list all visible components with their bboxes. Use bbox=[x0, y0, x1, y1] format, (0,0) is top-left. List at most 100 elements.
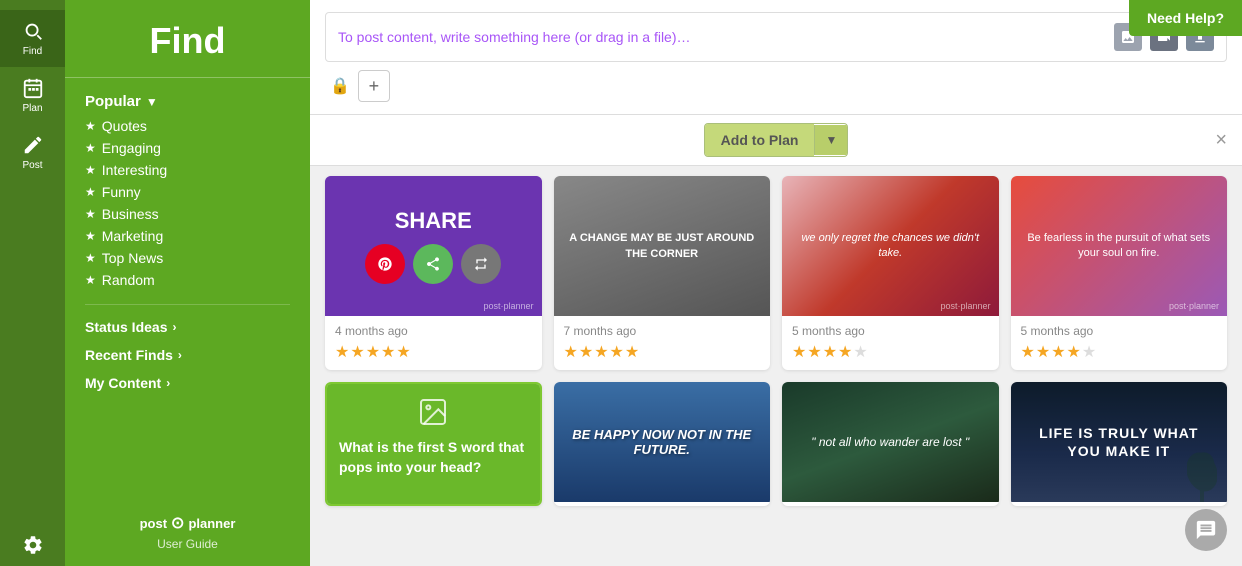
card-6-text: BE HAPPY NOW NOT IN THE FUTURE. bbox=[564, 427, 761, 457]
card-2[interactable]: A CHANGE MAY BE JUST AROUND THE CORNER 7… bbox=[554, 176, 771, 370]
star-icon: ★ bbox=[85, 207, 96, 221]
star-icon: ★ bbox=[85, 141, 96, 155]
card-2-stars: ★ ★ ★ ★ ★ bbox=[564, 342, 761, 362]
card-1-branding: post·planner bbox=[483, 301, 533, 311]
sidebar-item-marketing[interactable]: ★ Marketing bbox=[85, 225, 290, 247]
card-8-image: LIFE IS TRULY WHAT YOU MAKE IT bbox=[1011, 382, 1228, 502]
sidebar-item-random[interactable]: ★ Random bbox=[85, 269, 290, 291]
card-1-meta: 4 months ago ★ ★ ★ ★ ★ bbox=[325, 316, 542, 370]
arrow-icon: › bbox=[166, 376, 170, 390]
card-7-image: " not all who wander are lost " bbox=[782, 382, 999, 502]
add-to-plan-label: Add to Plan bbox=[705, 124, 815, 156]
nav-post-label: Post bbox=[22, 160, 42, 171]
add-to-plan-button[interactable]: Add to Plan ▼ bbox=[704, 123, 849, 157]
pencil-icon bbox=[22, 134, 44, 156]
compose-placeholder[interactable]: To post content, write something here (o… bbox=[338, 29, 1114, 45]
sidebar-item-business[interactable]: ★ Business bbox=[85, 203, 290, 225]
close-button[interactable]: × bbox=[1215, 129, 1227, 152]
card-6[interactable]: BE HAPPY NOW NOT IN THE FUTURE. bbox=[554, 382, 771, 506]
card-3-quote: we only regret the chances we didn't tak… bbox=[792, 231, 989, 262]
lock-icon: 🔒 bbox=[330, 76, 350, 96]
pp-circle-icon: ⊙ bbox=[171, 513, 184, 533]
content-area: SHARE post·p bbox=[310, 166, 1242, 566]
sidebar-item-funny-label: Funny bbox=[102, 184, 141, 200]
nav-plan-label: Plan bbox=[22, 103, 42, 114]
share-overlay: SHARE bbox=[325, 176, 542, 316]
card-3-text-overlay: we only regret the chances we didn't tak… bbox=[782, 176, 999, 316]
sidebar-item-business-label: Business bbox=[102, 206, 159, 222]
nav-settings[interactable] bbox=[0, 524, 65, 566]
card-2-meta: 7 months ago ★ ★ ★ ★ ★ bbox=[554, 316, 771, 370]
share-actions bbox=[365, 244, 501, 284]
card-4-branding: post·planner bbox=[1169, 301, 1219, 311]
main-content: To post content, write something here (o… bbox=[310, 0, 1242, 566]
share-text: SHARE bbox=[395, 208, 472, 234]
plan-bar: Add to Plan ▼ × bbox=[310, 115, 1242, 166]
star2: ★ bbox=[350, 342, 364, 362]
card-grid-row1: SHARE post·p bbox=[325, 176, 1227, 370]
star3: ★ bbox=[366, 342, 380, 362]
star-icon: ★ bbox=[85, 185, 96, 199]
sidebar-popular-header[interactable]: Popular ▼ bbox=[85, 93, 290, 110]
card-2-image: A CHANGE MAY BE JUST AROUND THE CORNER bbox=[554, 176, 771, 316]
sidebar-item-engaging[interactable]: ★ Engaging bbox=[85, 137, 290, 159]
repost-button[interactable] bbox=[461, 244, 501, 284]
star4: ★ bbox=[610, 342, 624, 362]
search-icon bbox=[22, 20, 44, 42]
card-6-image: BE HAPPY NOW NOT IN THE FUTURE. bbox=[554, 382, 771, 502]
post-actions: 🔒 + bbox=[325, 70, 1227, 102]
pinterest-button[interactable] bbox=[365, 244, 405, 284]
user-guide-link[interactable]: User Guide bbox=[85, 537, 290, 551]
star-icon: ★ bbox=[85, 229, 96, 243]
card-7[interactable]: " not all who wander are lost " bbox=[782, 382, 999, 506]
card-4[interactable]: Be fearless in the pursuit of what sets … bbox=[1011, 176, 1228, 370]
my-content-label: My Content bbox=[85, 375, 161, 391]
star2: ★ bbox=[579, 342, 593, 362]
need-help-button[interactable]: Need Help? bbox=[1129, 0, 1242, 36]
sidebar-item-top-news[interactable]: ★ Top News bbox=[85, 247, 290, 269]
sidebar: Find Popular ▼ ★ Quotes ★ Engaging ★ Int… bbox=[65, 0, 310, 566]
post-planner-logo: post ⊙ planner bbox=[85, 513, 290, 533]
card-1-stars: ★ ★ ★ ★ ★ bbox=[335, 342, 532, 362]
star3: ★ bbox=[1051, 342, 1065, 362]
star5: ★ bbox=[1082, 342, 1096, 362]
star-icon: ★ bbox=[85, 273, 96, 287]
star1: ★ bbox=[564, 342, 578, 362]
sidebar-recent-finds[interactable]: Recent Finds › bbox=[65, 341, 310, 369]
sidebar-item-funny[interactable]: ★ Funny bbox=[85, 181, 290, 203]
recent-finds-label: Recent Finds bbox=[85, 347, 173, 363]
nav-find[interactable]: Find bbox=[0, 10, 65, 67]
card-3[interactable]: we only regret the chances we didn't tak… bbox=[782, 176, 999, 370]
sidebar-my-content[interactable]: My Content › bbox=[65, 369, 310, 397]
sidebar-item-marketing-label: Marketing bbox=[102, 228, 163, 244]
status-ideas-label: Status Ideas bbox=[85, 319, 167, 335]
card-1[interactable]: SHARE post·p bbox=[325, 176, 542, 370]
star5: ★ bbox=[853, 342, 867, 362]
arrow-icon: › bbox=[172, 320, 176, 334]
sidebar-title: Find bbox=[65, 0, 310, 78]
dropdown-arrow-icon[interactable]: ▼ bbox=[814, 125, 847, 155]
card-5[interactable]: What is the first S word that pops into … bbox=[325, 382, 542, 506]
sidebar-status-ideas[interactable]: Status Ideas › bbox=[65, 313, 310, 341]
card-8[interactable]: LIFE IS TRULY WHAT YOU MAKE IT bbox=[1011, 382, 1228, 506]
sidebar-item-quotes[interactable]: ★ Quotes bbox=[85, 115, 290, 137]
star3: ★ bbox=[823, 342, 837, 362]
sidebar-item-top-news-label: Top News bbox=[102, 250, 163, 266]
card-7-text: " not all who wander are lost " bbox=[811, 435, 969, 449]
share-button[interactable] bbox=[413, 244, 453, 284]
card-3-meta: 5 months ago ★ ★ ★ ★ ★ bbox=[782, 316, 999, 370]
sidebar-item-interesting[interactable]: ★ Interesting bbox=[85, 159, 290, 181]
nav-post[interactable]: Post bbox=[0, 124, 65, 181]
card-7-text-overlay: " not all who wander are lost " bbox=[782, 382, 999, 502]
star-icon: ★ bbox=[85, 163, 96, 177]
star-icon: ★ bbox=[85, 119, 96, 133]
card-grid-row2: What is the first S word that pops into … bbox=[325, 382, 1227, 506]
chat-support-button[interactable] bbox=[1185, 509, 1227, 551]
star4: ★ bbox=[381, 342, 395, 362]
card-3-branding: post·planner bbox=[940, 301, 990, 311]
add-button[interactable]: + bbox=[358, 70, 390, 102]
nav-plan[interactable]: Plan bbox=[0, 67, 65, 124]
left-nav-strip: Find Plan Post bbox=[0, 0, 65, 566]
calendar-icon bbox=[22, 77, 44, 99]
star-icon: ★ bbox=[85, 251, 96, 265]
